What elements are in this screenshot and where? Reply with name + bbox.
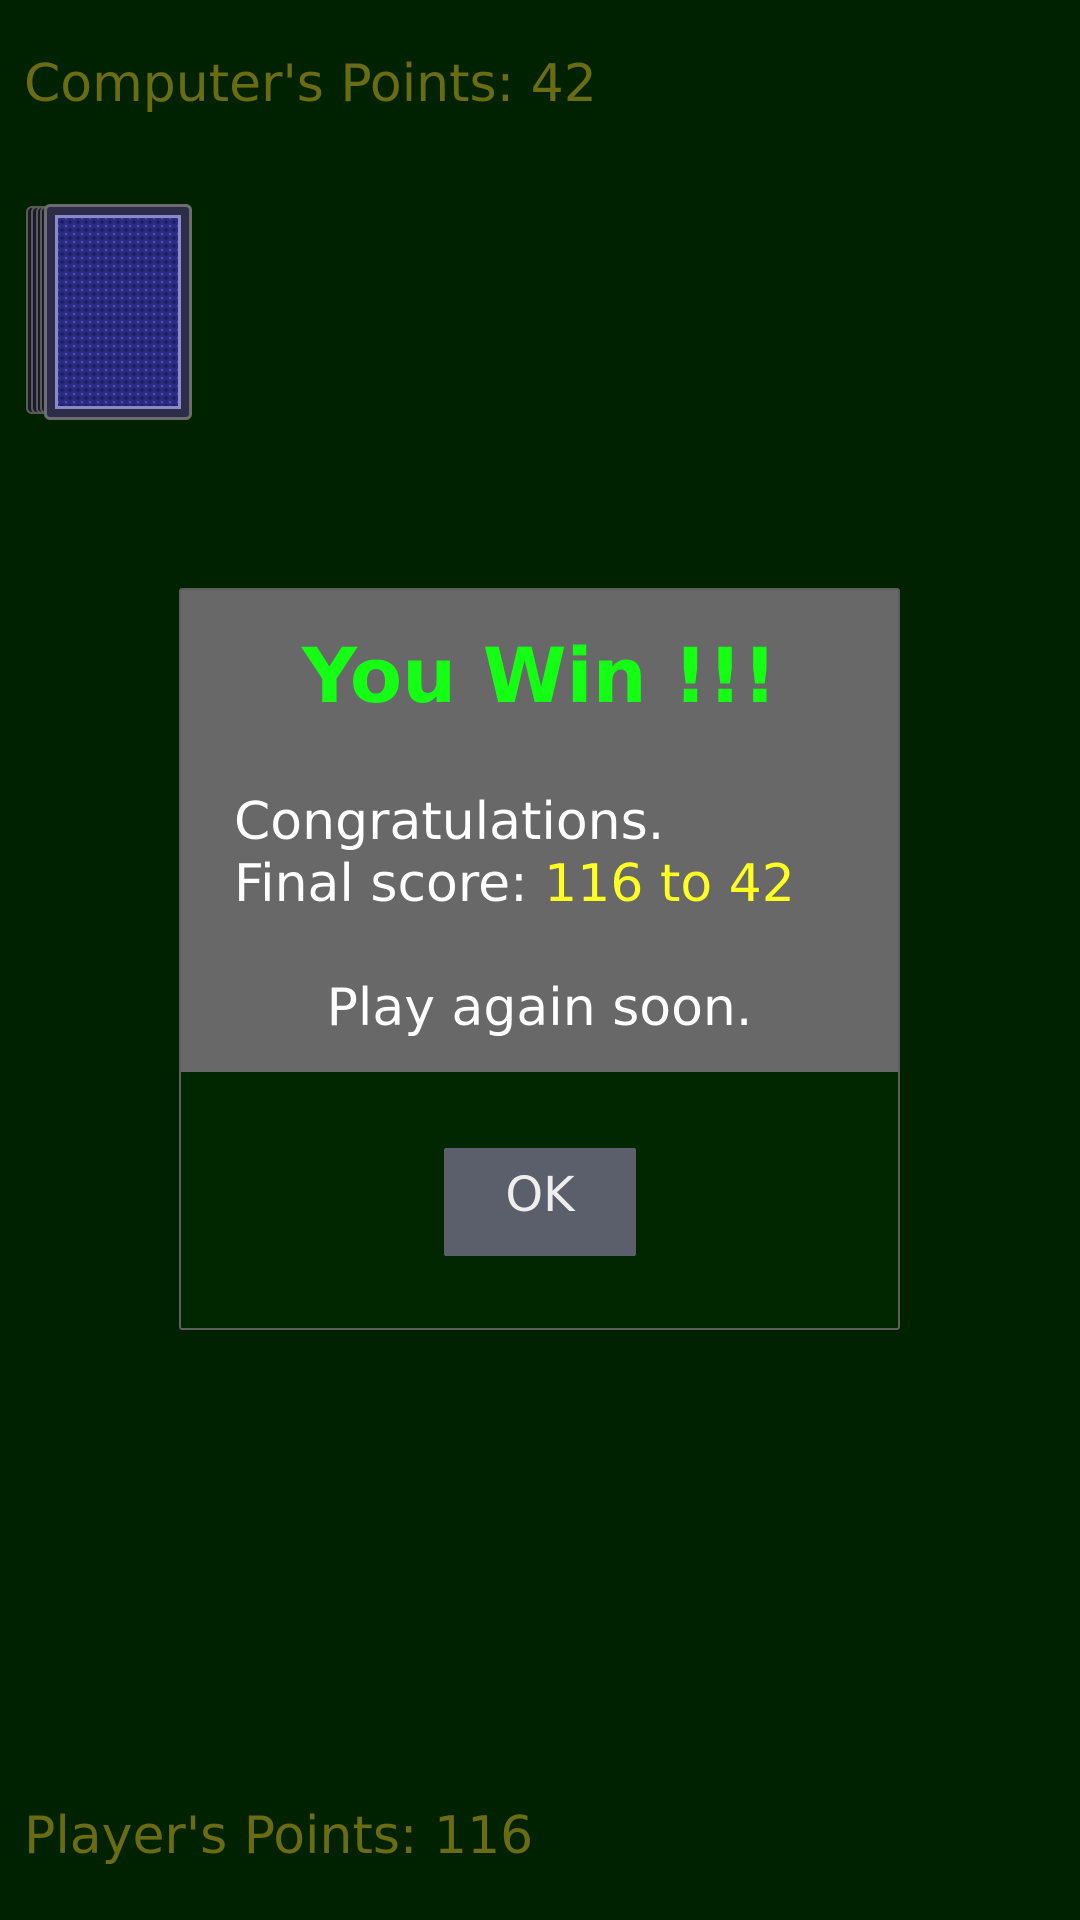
- dialog-message-panel: You Win !!! Congratulations. Final score…: [181, 590, 898, 1072]
- dialog-title: You Win !!!: [301, 631, 778, 720]
- final-score-prefix: Final score:: [234, 854, 545, 914]
- game-over-dialog: You Win !!! Congratulations. Final score…: [179, 588, 900, 1330]
- card-back-pattern: [55, 215, 181, 409]
- play-again-text: Play again soon.: [326, 978, 753, 1038]
- final-score-line: Final score: 116 to 42: [234, 858, 795, 910]
- final-score-value: 116 to 42: [544, 854, 795, 914]
- ok-button[interactable]: OK: [444, 1148, 636, 1256]
- player-points-label: Player's Points: 116: [24, 1806, 534, 1866]
- computer-points-label: Computer's Points: 42: [24, 54, 597, 114]
- card-back-icon: [44, 204, 192, 420]
- card-deck[interactable]: [26, 204, 192, 420]
- congrats-text: Congratulations.: [234, 792, 665, 852]
